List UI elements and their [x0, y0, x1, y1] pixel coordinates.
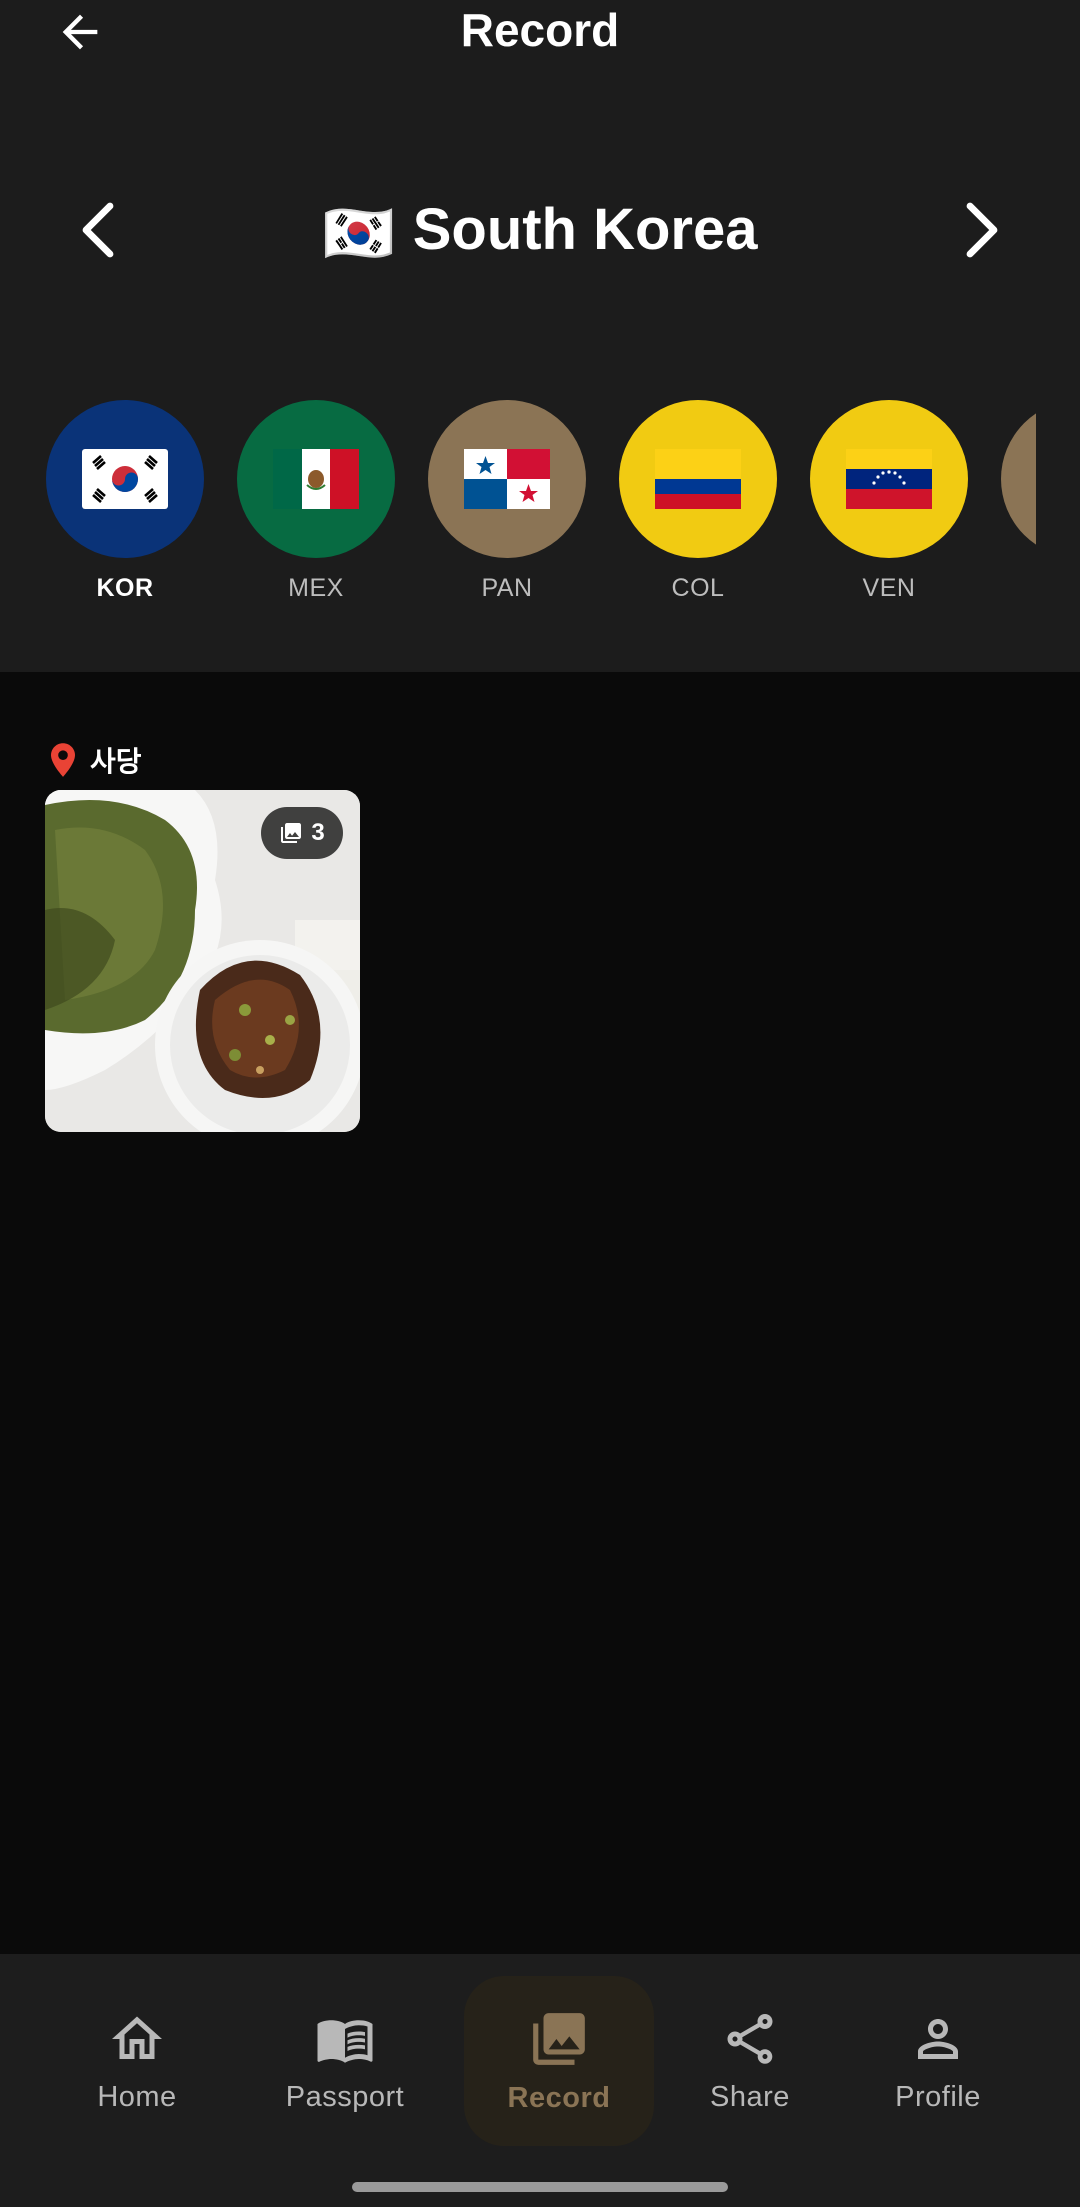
flag-circle: [428, 400, 586, 558]
nav-label: Share: [710, 2080, 790, 2113]
panama-flag-icon: [464, 449, 550, 509]
header-section: Record 🇰🇷 South Korea KOR MEX PAN COL VE…: [0, 0, 1080, 672]
flag-item-col[interactable]: COL: [618, 400, 778, 603]
country-selector: 🇰🇷 South Korea: [0, 180, 1080, 280]
flag-item-mex[interactable]: MEX: [236, 400, 396, 603]
flag-circle: [619, 400, 777, 558]
next-country-button[interactable]: [944, 190, 1024, 270]
country-title: 🇰🇷 South Korea: [0, 198, 1080, 266]
page-title: Record: [460, 4, 620, 56]
photo-count-badge: 3: [261, 807, 343, 859]
flag-item-pan[interactable]: PAN: [427, 400, 587, 603]
flag-circle: [46, 400, 204, 558]
nav-label: Record: [507, 2081, 611, 2114]
bottom-navigation: Home Passport Record Share Profile: [0, 1954, 1080, 2207]
country-flag-icon: 🇰🇷: [322, 200, 395, 266]
flag-item-kor[interactable]: KOR: [45, 400, 205, 603]
nav-label: Passport: [285, 2080, 405, 2113]
colombia-flag-icon: [655, 449, 741, 509]
nav-home[interactable]: Home: [62, 1976, 212, 2146]
nav-passport[interactable]: Passport: [265, 1976, 425, 2146]
flag-code: PAN: [481, 574, 533, 602]
flag-item-next-partial[interactable]: [1000, 400, 1036, 558]
nav-label: Profile: [895, 2080, 981, 2113]
location-pin-icon: [51, 743, 75, 777]
nav-record[interactable]: Record: [464, 1976, 654, 2146]
home-indicator[interactable]: [352, 2182, 728, 2192]
south-korea-flag-icon: [82, 449, 168, 509]
record-location: 사당: [48, 740, 142, 780]
flag-code: KOR: [96, 574, 154, 602]
photo-library-icon: [533, 2012, 585, 2065]
record-photo-card[interactable]: 3: [45, 790, 360, 1132]
location-name: 사당: [90, 746, 142, 777]
person-icon: [918, 2018, 958, 2059]
home-icon: [112, 2016, 162, 2059]
book-icon: [317, 2019, 373, 2063]
venezuela-flag-icon: [846, 449, 932, 509]
flag-circle: [237, 400, 395, 558]
flag-code: COL: [671, 574, 725, 602]
country-flag-list: KOR MEX PAN COL VEN: [0, 400, 1036, 620]
photo-stack-icon: [281, 823, 302, 843]
flag-code: MEX: [288, 574, 344, 602]
flag-code: VEN: [862, 574, 916, 602]
app-bar: Record: [0, 0, 1080, 64]
flag-circle: [810, 400, 968, 558]
share-icon: [727, 2013, 773, 2064]
nav-share[interactable]: Share: [690, 1976, 810, 2146]
nav-label: Home: [97, 2080, 177, 2113]
chevron-right-icon: [966, 202, 998, 258]
nav-profile[interactable]: Profile: [873, 1976, 1003, 2146]
mexico-flag-icon: [273, 449, 359, 509]
flag-item-ven[interactable]: VEN: [809, 400, 969, 603]
country-name: South Korea: [412, 197, 758, 262]
flag-circle: [1001, 400, 1036, 558]
photo-count: 3: [311, 819, 325, 846]
